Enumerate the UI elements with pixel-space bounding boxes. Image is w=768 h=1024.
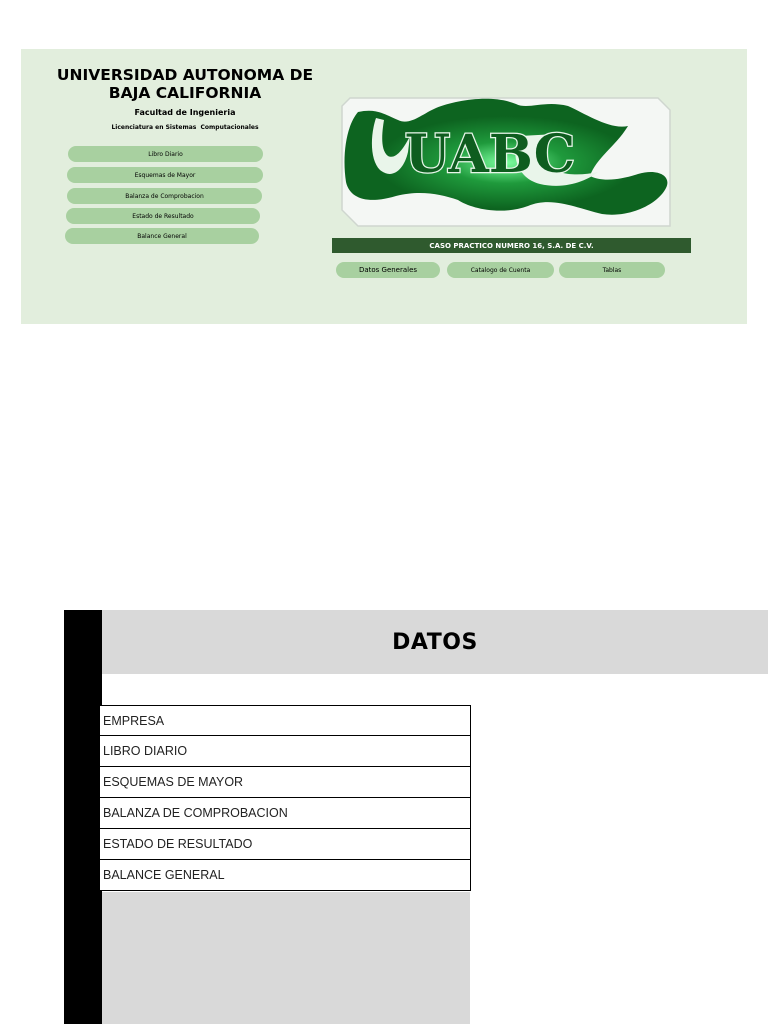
uabc-logo-text: UABC [405, 124, 575, 185]
tab-tablas[interactable]: Tablas [559, 262, 665, 278]
datos-title: DATOS [392, 629, 478, 655]
table-row-empresa[interactable]: EMPRESA [99, 705, 471, 736]
university-title: UNIVERSIDAD AUTONOMA DE BAJA CALIFORNIA [56, 66, 314, 102]
case-title-bar: CASO PRACTICO NUMERO 16, S.A. DE C.V. [332, 238, 691, 253]
menu-item-libro-diario[interactable]: Libro Diario [68, 146, 263, 162]
table-row-esquemas-de-mayor[interactable]: ESQUEMAS DE MAYOR [99, 767, 471, 798]
datos-header: DATOS [102, 610, 768, 674]
degree-label: Licenciatura en Sistemas Computacionales [111, 124, 259, 131]
menu-item-balanza-de-comprobacion[interactable]: Balanza de Comprobacion [67, 188, 262, 204]
table-row-balanza-de-comprobacion[interactable]: BALANZA DE COMPROBACION [99, 798, 471, 829]
menu-item-esquemas-de-mayor[interactable]: Esquemas de Mayor [67, 167, 263, 183]
table-row-estado-de-resultado[interactable]: ESTADO DE RESULTADO [99, 829, 471, 860]
grey-block [102, 892, 470, 1024]
menu-item-estado-de-resultado[interactable]: Estado de Resultado [66, 208, 260, 224]
faculty-label: Facultad de Ingenieria [134, 108, 236, 117]
menu-item-balance-general[interactable]: Balance General [65, 228, 259, 244]
sidebar-black-bar [64, 610, 102, 1024]
tab-datos-generales[interactable]: Datos Generales [336, 262, 440, 278]
uabc-logo-image: UABC [341, 97, 671, 227]
table-row-libro-diario[interactable]: LIBRO DIARIO [99, 736, 471, 767]
tab-catalogo-de-cuenta[interactable]: Catalogo de Cuenta [447, 262, 554, 278]
datos-table: EMPRESA LIBRO DIARIO ESQUEMAS DE MAYOR B… [99, 705, 471, 891]
table-row-balance-general[interactable]: BALANCE GENERAL [99, 860, 471, 891]
